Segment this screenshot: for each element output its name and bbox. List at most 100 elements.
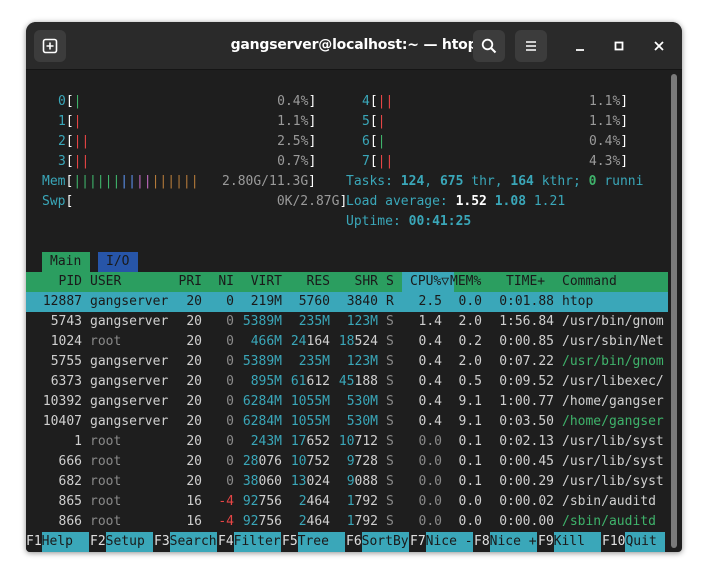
process-row[interactable]: 5755 gangserver 20 0 5389M 235M 123M S 0.4 2.0 0:0… (26, 352, 668, 372)
cell-user: gangserver (90, 354, 169, 369)
col-res[interactable]: RES (290, 272, 330, 292)
cell-pid: 1 (74, 434, 82, 449)
cell-shr: 10712 (338, 434, 378, 449)
cell-cpu: 0.4 (418, 414, 442, 429)
process-row[interactable]: 1 root 20 0 243M 17652 10712 S 0.0 0.1 0:02.13/usr… (26, 432, 668, 452)
cell-cpu: 0.4 (418, 374, 442, 389)
cell-virt: 92756 (242, 514, 282, 529)
process-row[interactable]: 10392 gangserver 20 0 6284M 1055M 530M S 0.4 9.1 1… (26, 392, 668, 412)
cell-time: 0:03.50 (499, 414, 554, 429)
cell-pri: 20 (186, 314, 202, 329)
minimize-icon (576, 49, 584, 51)
cell-virt: 5389M (242, 354, 282, 369)
cell-mem: 0.0 (458, 494, 482, 509)
col-pri[interactable]: PRI (178, 272, 202, 292)
load-average: Load average: 1.52 1.08 1.21 (346, 194, 566, 209)
terminal-content[interactable]: 0[| 0.4%] 1[| 1.1%] 2[|| 2.5%] 3[|| 0.7%… (26, 70, 668, 552)
cell-user: gangserver (90, 314, 169, 329)
cell-cpu: 0.0 (418, 454, 442, 469)
hamburger-menu-icon (526, 41, 536, 51)
cell-ni: 0 (226, 354, 234, 369)
process-row[interactable]: 866 root 16 -4 92756 2464 1792 S 0.0 0.0 0:00.00/s… (26, 512, 668, 532)
col-virt[interactable]: VIRT (242, 272, 282, 292)
fkey-search[interactable]: F3Search (154, 532, 217, 552)
col-time[interactable]: TIME+ (506, 272, 545, 292)
fkey-sortby[interactable]: F6SortBy (346, 532, 409, 552)
col-pid[interactable]: PID (50, 272, 82, 292)
cell-command: /home/gangser (562, 394, 664, 409)
fkey-kill[interactable]: F9Kill (538, 532, 601, 552)
process-row[interactable]: 6373 gangserver 20 0 895M 61612 45188 S 0.4 0.5 0:… (26, 372, 668, 392)
cell-ni: 0 (226, 394, 234, 409)
tab-io[interactable]: I/O (98, 252, 138, 272)
col-user[interactable]: USER (90, 272, 121, 292)
cell-command: /home/gangser (562, 414, 664, 429)
cell-user: root (90, 514, 122, 529)
tab-main-label: Main (50, 254, 82, 269)
cell-pid: 12887 (42, 294, 82, 309)
cell-pri: 20 (186, 394, 202, 409)
fkey-help[interactable]: F1Help (26, 532, 89, 552)
cell-time: 0:00.85 (499, 334, 554, 349)
cell-state: S (386, 414, 394, 429)
cell-state: S (386, 454, 394, 469)
search-button[interactable] (473, 30, 505, 62)
cell-shr: 45188 (338, 374, 378, 389)
cell-pri: 20 (186, 434, 202, 449)
maximize-button[interactable] (610, 37, 628, 55)
cell-res: 10752 (290, 454, 330, 469)
cell-command: /usr/lib/syst (562, 474, 664, 489)
cell-ni: 0 (226, 454, 234, 469)
cell-user: root (90, 474, 122, 489)
cell-user: root (90, 334, 122, 349)
cell-command: /sbin/auditd (562, 494, 656, 509)
process-row[interactable]: 10407 gangserver 20 0 6284M 1055M 530M S 0.4 9.1 0… (26, 412, 668, 432)
col-mem[interactable]: MEM% (450, 272, 481, 292)
fkey-nice-plus[interactable]: F8Nice + (474, 532, 537, 552)
scrollbar[interactable] (671, 74, 677, 548)
col-shr[interactable]: SHR (338, 272, 378, 292)
cell-pri: 20 (186, 374, 202, 389)
cell-mem: 0.2 (458, 334, 482, 349)
cell-virt: 466M (250, 334, 282, 349)
cell-res: 1055M (290, 414, 330, 429)
cell-ni: 0 (226, 474, 234, 489)
col-command[interactable]: Command (562, 272, 617, 292)
maximize-icon (614, 41, 624, 51)
cpu-meter-1: 1[| 1.1%] (58, 114, 317, 129)
cell-shr: 18524 (338, 334, 378, 349)
fkey-filter[interactable]: F4Filter (218, 532, 281, 552)
menu-button[interactable] (515, 30, 547, 62)
cell-state: S (386, 354, 394, 369)
fkey-setup[interactable]: F2Setup (90, 532, 153, 552)
cell-pid: 865 (58, 494, 82, 509)
cell-pid: 10392 (42, 394, 82, 409)
process-row[interactable]: 682 root 20 0 38060 13024 9088 S 0.0 0.1 0:00.29/u… (26, 472, 668, 492)
cell-pri: 16 (186, 494, 202, 509)
cell-time: 0:01.88 (499, 294, 554, 309)
cell-mem: 0.0 (458, 294, 482, 309)
tab-main[interactable]: Main (42, 252, 90, 272)
cell-mem: 2.0 (458, 354, 482, 369)
cell-shr: 530M (346, 394, 378, 409)
fkey-quit[interactable]: F10Quit (602, 532, 665, 552)
process-row[interactable]: 1024 root 20 0 466M 24164 18524 S 0.4 0.2 0:00.85 /… (26, 332, 668, 352)
col-cpu[interactable]: CPU%▽ (410, 272, 449, 292)
tasks-summary: Tasks: 124, 675 thr, 164 kthr; 0 runni (346, 174, 644, 189)
process-row[interactable]: 666 root 20 0 28076 10752 9728 S 0.0 0.1 0:00.45/u… (26, 452, 668, 472)
col-state[interactable]: S (386, 272, 394, 292)
process-row[interactable]: 5743 gangserver 20 0 5389M 235M 123M S 1.4 2.0 1:5… (26, 312, 668, 332)
process-row[interactable]: 865 root 16 -4 92756 2464 1792 S 0.0 0.0 0:00.02/s… (26, 492, 668, 512)
terminal-window: gangserver@localhost:~ — htop 0[| 0.4%] … (26, 22, 682, 552)
minimize-button[interactable] (571, 37, 589, 55)
col-ni[interactable]: NI (218, 272, 234, 292)
cell-mem: 0.0 (458, 514, 482, 529)
cell-ni: -4 (218, 494, 234, 509)
close-button[interactable] (650, 37, 668, 55)
cell-cpu: 0.0 (418, 494, 442, 509)
fkey-tree[interactable]: F5Tree (282, 532, 345, 552)
cell-res: 5760 (298, 294, 330, 309)
cell-ni: 0 (226, 414, 234, 429)
process-row[interactable]: 12887 gangserver 20 0 219M 5760 3840 R 2.5 0.0 0:0… (26, 292, 668, 312)
fkey-nice-minus[interactable]: F7Nice - (410, 532, 473, 552)
